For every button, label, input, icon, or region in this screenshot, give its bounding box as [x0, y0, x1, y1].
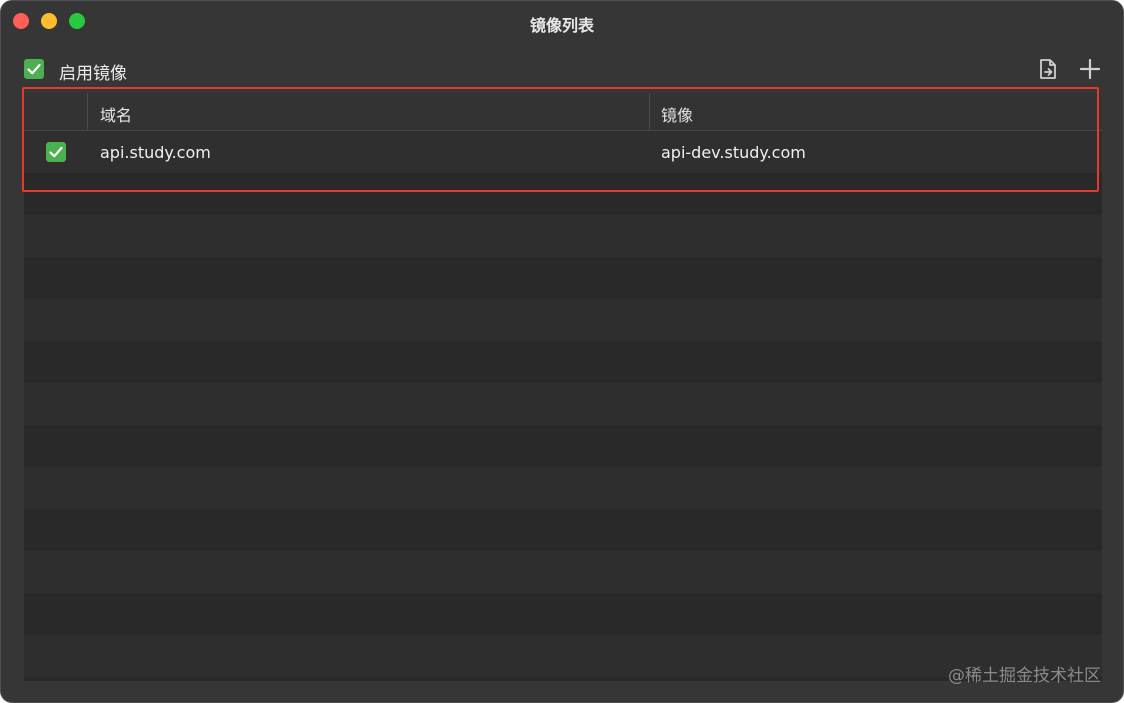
column-divider[interactable] [87, 93, 88, 131]
row-domain: api.study.com [100, 143, 211, 162]
enable-mirror-label: 启用镜像 [59, 64, 127, 84]
mirror-table: 域名 镜像 api.study.com api-dev.study.com [24, 93, 1102, 681]
checkmark-icon [49, 146, 63, 158]
row-mirror: api-dev.study.com [661, 143, 806, 162]
column-header-mirror[interactable]: 镜像 [661, 102, 693, 126]
title-bar: 镜像列表 [1, 1, 1123, 45]
column-header-domain[interactable]: 域名 [100, 102, 132, 126]
enable-mirror-checkbox[interactable] [24, 59, 44, 79]
document-import-icon[interactable] [1037, 58, 1059, 84]
table-empty-rows [24, 131, 1102, 681]
mirror-list-window: 镜像列表 启用镜像 域名 镜像 api.study.com api-dev.st… [0, 0, 1124, 703]
row-enabled-checkbox[interactable] [46, 142, 66, 162]
checkmark-icon [27, 63, 41, 75]
column-divider[interactable] [649, 93, 650, 131]
table-header: 域名 镜像 [24, 93, 1102, 131]
watermark: @稀土掘金技术社区 [948, 666, 1101, 686]
plus-icon[interactable] [1079, 58, 1101, 84]
window-title: 镜像列表 [529, 16, 594, 35]
table-row[interactable]: api.study.com api-dev.study.com [24, 131, 1102, 173]
